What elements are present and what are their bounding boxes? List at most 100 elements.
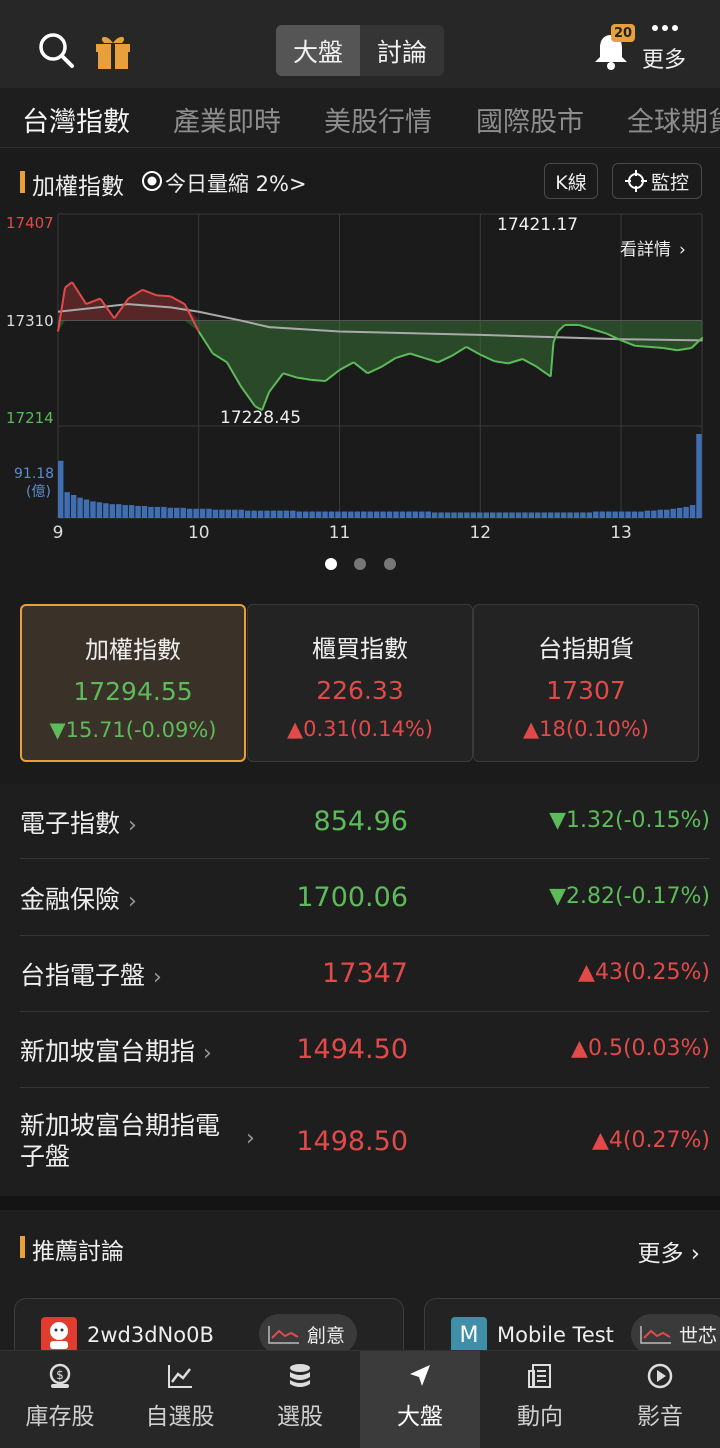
x-tick-label: 12 <box>469 523 491 543</box>
tab-us-stocks[interactable]: 美股行情 <box>324 100 432 139</box>
y-ref-label: 17310 <box>6 312 54 330</box>
avatar: M <box>451 1317 487 1353</box>
price-segment <box>311 378 326 382</box>
nav-screener[interactable]: 選股 <box>240 1351 360 1448</box>
view-details-link[interactable]: 看詳情 <box>620 240 671 260</box>
volume-bar <box>644 510 651 518</box>
volume-bar <box>573 512 580 518</box>
volume-bar <box>180 507 186 518</box>
volume-bar <box>431 512 438 518</box>
volume-bar <box>651 510 657 518</box>
nav-label: 影音 <box>637 1404 683 1430</box>
volume-bar <box>348 511 354 518</box>
list-item-sgx-taiwan[interactable]: 新加坡富台期指 › 1494.50 ▲0.5(0.03%) <box>20 1012 710 1088</box>
volume-bar <box>547 512 554 518</box>
volume-bar <box>135 506 141 518</box>
volume-bar <box>116 504 122 518</box>
more-label[interactable]: 更多 <box>642 42 686 74</box>
volume-bar <box>64 492 70 518</box>
price-segment <box>156 294 171 298</box>
volume-bar <box>290 510 296 518</box>
volume-bar <box>425 511 431 518</box>
chevron-right-icon: › <box>690 1241 700 1267</box>
segment-discussion[interactable]: 討論 <box>360 25 444 76</box>
volume-bar <box>186 508 193 518</box>
x-tick-label: 13 <box>610 523 632 543</box>
volume-bar <box>496 512 502 518</box>
accent-bar <box>20 171 25 193</box>
volume-bar <box>580 512 586 518</box>
more-dots-icon[interactable] <box>650 20 680 40</box>
volume-bar <box>676 507 683 518</box>
pager-dot-active[interactable] <box>325 558 337 570</box>
k-line-button[interactable]: K線 <box>544 163 598 199</box>
nav-holdings[interactable]: $ 庫存股 <box>0 1351 120 1448</box>
line-chart-icon <box>168 1365 192 1388</box>
accent-bar <box>20 1236 25 1258</box>
volume-bar <box>354 511 361 518</box>
nav-watchlist[interactable]: 自選股 <box>120 1351 240 1448</box>
intraday-chart[interactable]: 17407 17310 17214 17421.17 17228.45 看詳情 … <box>0 206 720 546</box>
chevron-right-icon: › <box>153 965 162 990</box>
chevron-right-icon: › <box>246 1126 255 1151</box>
card-change: ▼15.71(-0.09%) <box>49 718 217 742</box>
chart-title: 加權指數 <box>32 174 124 200</box>
volume-bar <box>689 505 696 518</box>
volume-bar <box>154 506 161 518</box>
card-otc-index[interactable]: 櫃買指數 226.33 ▲0.31(0.14%) <box>247 604 473 762</box>
volume-bar <box>257 510 264 518</box>
monitor-button[interactable]: 監控 <box>612 163 702 199</box>
stock-tag[interactable]: 世芯 <box>631 1314 720 1354</box>
target-icon <box>624 170 647 192</box>
more-link[interactable]: 更多 › <box>637 1234 700 1268</box>
list-item-finance[interactable]: 金融保險 › 1700.06 ▼2.82(-0.17%) <box>20 860 710 936</box>
volume-bar <box>477 512 483 518</box>
tab-taiwan-index[interactable]: 台灣指數 <box>22 100 130 139</box>
nav-trends[interactable]: 動向 <box>480 1351 600 1448</box>
nav-label: 自選股 <box>145 1404 215 1430</box>
volume-bar <box>393 511 399 518</box>
volume-bar <box>328 511 335 518</box>
volume-bar <box>335 511 341 518</box>
tab-global-futures[interactable]: 全球期貨 <box>627 100 720 139</box>
bottom-navigation: $ 庫存股 自選股 選股 大盤 動向 影音 <box>0 1350 720 1448</box>
gift-icon[interactable] <box>92 30 134 72</box>
volume-bar <box>96 502 103 518</box>
list-item-electronics[interactable]: 電子指數 › 854.96 ▼1.32(-0.15%) <box>20 784 710 859</box>
pager-dot[interactable] <box>384 558 396 570</box>
nav-video[interactable]: 影音 <box>600 1351 720 1448</box>
tag-label: 創意 <box>307 1324 346 1347</box>
volume-bar <box>141 506 148 518</box>
pager-dot[interactable] <box>354 558 366 570</box>
stock-tag[interactable]: 創意 <box>259 1314 358 1354</box>
volume-bars <box>58 434 702 518</box>
chevron-right-icon: › <box>203 1041 212 1066</box>
news-icon <box>528 1364 551 1388</box>
list-item-tx-electronics[interactable]: 台指電子盤 › 17347 ▲43(0.25%) <box>20 936 710 1012</box>
volume-bar <box>128 505 135 518</box>
card-taiex-futures[interactable]: 台指期貨 17307 ▲18(0.10%) <box>473 604 699 762</box>
list-item-sgx-electronics[interactable]: 新加坡富台期指電 子盤 › 1498.50 ▲4(0.27%) <box>20 1088 710 1194</box>
chart-pager[interactable] <box>320 556 400 572</box>
item-name: 金融保險 <box>20 885 121 914</box>
view-segment-control: 大盤 討論 <box>276 25 444 76</box>
search-icon[interactable] <box>36 30 76 70</box>
tab-industry-live[interactable]: 產業即時 <box>173 100 281 139</box>
card-name: 加權指數 <box>85 636 181 664</box>
volume-summary-link[interactable]: 今日量縮 2%> <box>165 168 307 198</box>
price-segment <box>649 345 664 350</box>
nav-market[interactable]: 大盤 <box>360 1351 480 1448</box>
card-change: ▲0.31(0.14%) <box>286 717 433 741</box>
segment-market[interactable]: 大盤 <box>276 25 360 76</box>
monitor-label: 監控 <box>650 171 689 194</box>
volume-bar <box>483 512 489 518</box>
volume-bar <box>470 512 477 518</box>
item-name-line2: 子盤 <box>20 1142 71 1171</box>
tab-intl-markets[interactable]: 國際股市 <box>476 100 584 139</box>
volume-bar <box>367 511 373 518</box>
nav-label: 大盤 <box>397 1404 443 1430</box>
notification-badge: 20 <box>611 24 635 42</box>
card-name: 台指期貨 <box>538 635 634 663</box>
volume-bar <box>109 504 116 518</box>
card-taiex[interactable]: 加權指數 17294.55 ▼15.71(-0.09%) <box>20 604 246 762</box>
